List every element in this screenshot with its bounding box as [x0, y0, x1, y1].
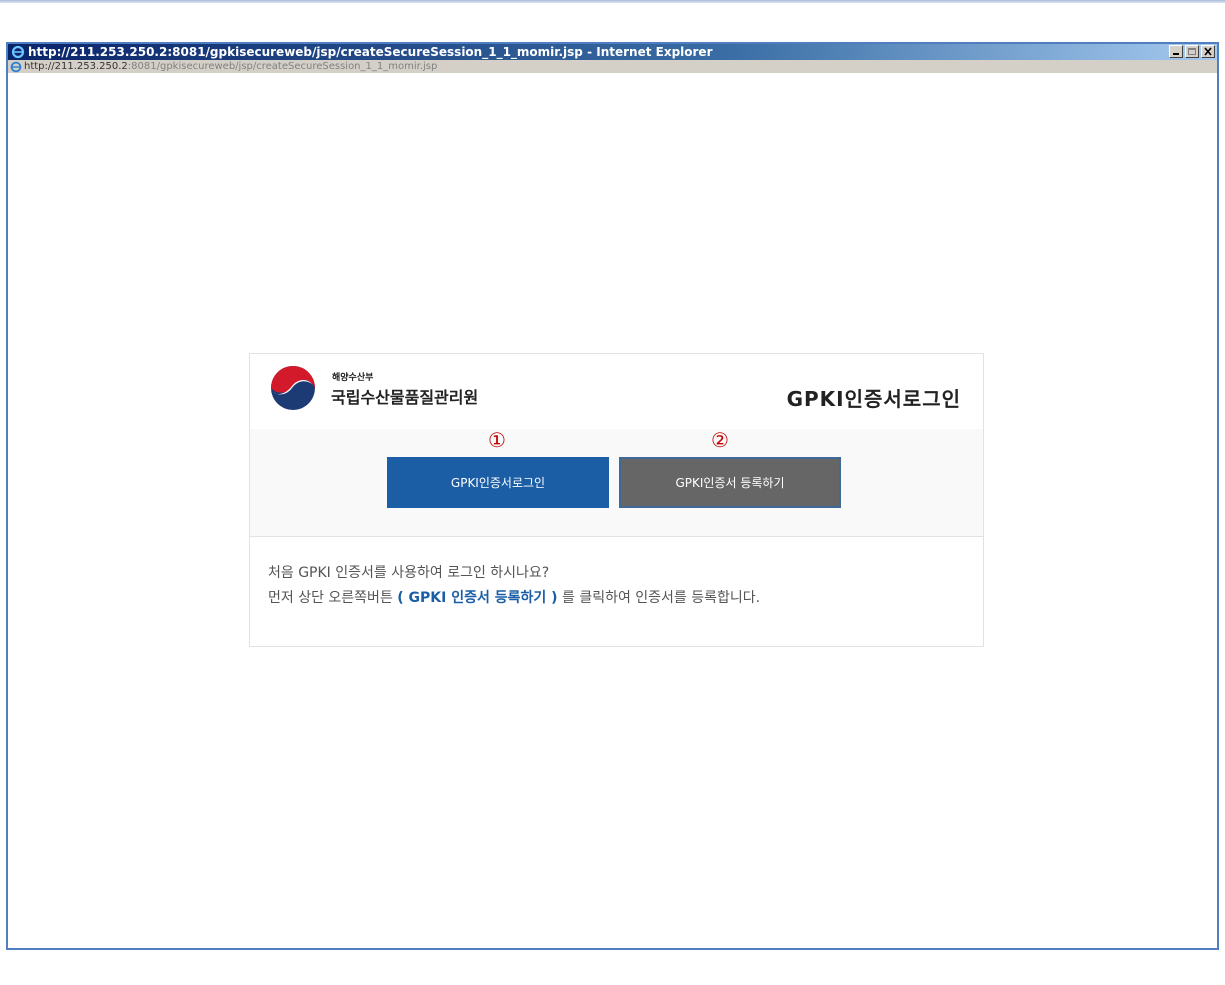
title-bar[interactable]: http://211.253.250.2:8081/gpkisecureweb/…	[8, 44, 1217, 60]
info-line-1: 처음 GPKI 인증서를 사용하여 로그인 하시나요?	[268, 565, 550, 581]
address-path: :8081/gpkisecureweb/jsp/createSecureSess…	[127, 61, 438, 72]
browser-popup-window: http://211.253.250.2:8081/gpkisecureweb/…	[6, 42, 1219, 950]
maximize-button[interactable]	[1185, 45, 1199, 58]
page-icon	[9, 60, 22, 73]
window-title: http://211.253.250.2:8081/gpkisecureweb/…	[28, 45, 713, 59]
government-logo-icon	[269, 364, 317, 412]
info-line-2: 먼저 상단 오른쪽버튼 ( GPKI 인증서 등록하기 ) 를 클릭하여 인증서…	[268, 586, 760, 611]
organization-name: 국립수산물품질관리원	[331, 388, 479, 407]
close-button[interactable]	[1201, 45, 1215, 58]
login-card: 해양수산부 국립수산물품질관리원 GPKI인증서로그인 ① ② GPKI인증서로…	[249, 353, 984, 647]
address-host: http://211.253.250.2	[24, 61, 128, 72]
step-marker-1: ①	[488, 428, 506, 452]
card-header: 해양수산부 국립수산물품질관리원 GPKI인증서로그인	[250, 354, 983, 430]
info-text: 처음 GPKI 인증서를 사용하여 로그인 하시나요? 먼저 상단 오른쪽버튼 …	[268, 561, 760, 611]
gpki-login-button[interactable]: GPKI인증서로그인	[387, 457, 609, 508]
minimize-button[interactable]	[1169, 45, 1183, 58]
step-marker-2: ②	[711, 428, 729, 452]
internet-explorer-icon	[10, 44, 26, 60]
info-line-2-prefix: 먼저 상단 오른쪽버튼	[268, 590, 398, 606]
desktop-top-strip	[0, 0, 1225, 3]
address-bar[interactable]: http://211.253.250.2:8081/gpkisecureweb/…	[8, 60, 1217, 73]
register-highlight: ( GPKI 인증서 등록하기 )	[397, 590, 558, 606]
ministry-label: 해양수산부	[332, 373, 374, 383]
button-area: ① ② GPKI인증서로그인 GPKI인증서 등록하기	[250, 428, 983, 537]
page-title: GPKI인증서로그인	[786, 387, 961, 411]
gpki-register-button[interactable]: GPKI인증서 등록하기	[619, 457, 841, 508]
info-line-2-suffix: 를 클릭하여 인증서를 등록합니다.	[557, 590, 761, 606]
